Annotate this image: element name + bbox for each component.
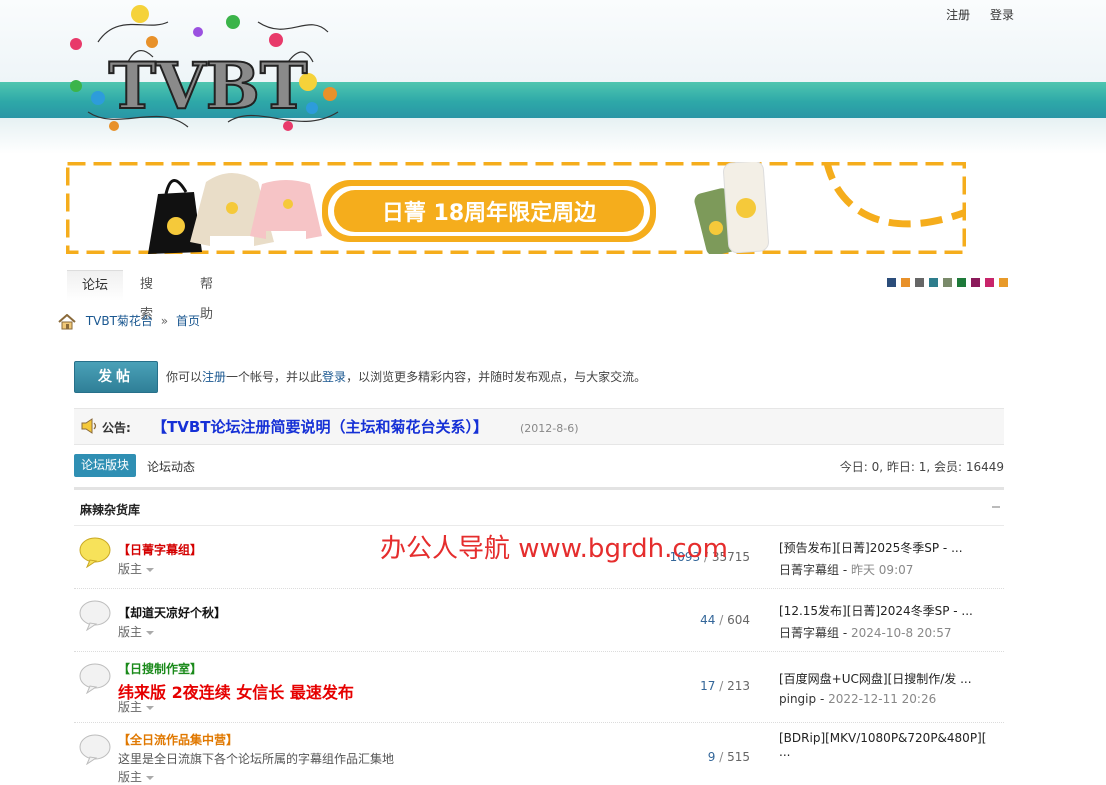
post-count: 604 bbox=[727, 613, 750, 627]
login-link[interactable]: 登录 bbox=[990, 8, 1014, 22]
last-post-title[interactable]: [预告发布][日菁]2025冬季SP - ... bbox=[779, 541, 963, 555]
forum-moderator[interactable]: 版主 bbox=[118, 623, 155, 640]
guest-notice-text-2: 一个帐号，并以此 bbox=[226, 370, 323, 384]
breadcrumb-separator: » bbox=[160, 314, 169, 328]
chevron-down-icon bbox=[146, 775, 155, 780]
forum-description: 这里是全日流旗下各个论坛所属的字幕组作品汇集地 bbox=[118, 752, 395, 766]
guest-notice: 你可以注册一个帐号，并以此登录，以浏览更多精彩内容，并随时发布观点，与大家交流。 bbox=[166, 368, 646, 385]
register-link[interactable]: 注册 bbox=[946, 8, 970, 22]
last-post-user[interactable]: 日菁字幕组 bbox=[779, 626, 839, 640]
banner-text: 日菁 18周年限定周边 bbox=[382, 200, 597, 226]
forum-name[interactable]: 【日菁字幕组】 bbox=[118, 541, 202, 558]
forum-moderator[interactable]: 版主 bbox=[118, 560, 155, 577]
tab-help[interactable]: 帮助 bbox=[200, 270, 213, 322]
forum-stats: 今日: 0, 昨日: 1, 会员: 16449 bbox=[839, 460, 1004, 474]
last-post-title[interactable]: [百度网盘+UC网盘][日搜制作/发 ... bbox=[779, 672, 972, 686]
forum-counts: 9 / 515 bbox=[708, 750, 750, 764]
last-post-title[interactable]: [12.15发布][日菁]2024冬季SP - ... bbox=[779, 604, 973, 618]
tab-forum[interactable]: 论坛 bbox=[67, 270, 123, 301]
breadcrumb: TVBT菊花台 » 首页 bbox=[58, 311, 200, 331]
tab-search[interactable]: 搜索 bbox=[140, 270, 153, 322]
forum-new-posts-icon bbox=[79, 537, 111, 568]
guest-register-link[interactable]: 注册 bbox=[202, 370, 226, 384]
count-separator: / bbox=[719, 613, 724, 627]
style-swatch[interactable] bbox=[901, 278, 910, 287]
forum-counts: 44 / 604 bbox=[700, 613, 750, 627]
last-post: [BDRip][MKV/1080P&720P&480P][ ... bbox=[779, 731, 999, 759]
category-header: 麻辣杂货库 bbox=[74, 490, 1004, 526]
moderator-label: 版主 bbox=[118, 700, 143, 714]
announcement-date: (2012-8-6) bbox=[520, 422, 579, 435]
style-swatch[interactable] bbox=[943, 278, 952, 287]
style-swatch[interactable] bbox=[971, 278, 980, 287]
last-post-time: 2024-10-8 20:57 bbox=[850, 626, 952, 640]
announcement-bar: 公告: 【TVBT论坛注册简要说明（主坛和菊花台关系）】 (2012-8-6) bbox=[74, 408, 1004, 445]
style-swatch[interactable] bbox=[999, 278, 1008, 287]
tab-forum-boards[interactable]: 论坛版块 bbox=[74, 454, 136, 477]
last-post-user[interactable]: pingip bbox=[779, 692, 816, 706]
thread-count: 44 bbox=[700, 613, 716, 627]
new-post-button[interactable]: 发帖 bbox=[74, 361, 158, 393]
category-name: 麻辣杂货库 bbox=[80, 503, 141, 517]
promo-banner[interactable]: 日菁 18周年限定周边 bbox=[66, 162, 966, 254]
post-count: 213 bbox=[727, 679, 750, 693]
announcement-label: 公告: bbox=[102, 421, 131, 435]
home-icon[interactable] bbox=[58, 313, 76, 330]
forum-row[interactable]: 【日搜制作室】 纬来版 2夜连续 女信长 最速发布 版主 17 / 213 [百… bbox=[74, 652, 1004, 723]
watermark-text: 办公人导航 www.bgrdh.com bbox=[380, 534, 728, 564]
thread-count: 9 bbox=[707, 750, 716, 764]
collapse-icon[interactable] bbox=[992, 506, 1000, 508]
top-nav: 注册 登录 bbox=[930, 6, 1014, 23]
count-separator: / bbox=[719, 750, 724, 764]
guest-notice-text-1: 你可以 bbox=[166, 370, 203, 384]
announcement-title[interactable]: 【TVBT论坛注册简要说明（主坛和菊花台关系）】 bbox=[152, 416, 488, 437]
last-post: [12.15发布][日菁]2024冬季SP - ... 日菁字幕组 - 2024… bbox=[779, 604, 973, 640]
tab-forum-label: 论坛 bbox=[81, 278, 108, 293]
last-post-user[interactable]: 日菁字幕组 bbox=[779, 563, 839, 577]
last-post: [预告发布][日菁]2025冬季SP - ... 日菁字幕组 - 昨天 09:0… bbox=[779, 541, 963, 577]
last-post: [百度网盘+UC网盘][日搜制作/发 ... pingip - 2022-12-… bbox=[779, 672, 972, 706]
site-logo[interactable]: TVBT bbox=[58, 2, 358, 140]
forum-name[interactable]: 【全日流作品集中营】 bbox=[118, 731, 238, 748]
chevron-down-icon bbox=[146, 630, 155, 635]
moderator-label: 版主 bbox=[118, 625, 143, 639]
moderator-label: 版主 bbox=[118, 562, 143, 576]
logo-text: TVBT bbox=[109, 49, 308, 124]
breadcrumb-site[interactable]: TVBT菊花台 bbox=[86, 314, 153, 328]
style-swatch[interactable] bbox=[915, 278, 924, 287]
forum-counts: 17 / 213 bbox=[700, 679, 750, 693]
style-swatch[interactable] bbox=[957, 278, 966, 287]
last-post-title[interactable]: [BDRip][MKV/1080P&720P&480P][ ... bbox=[779, 731, 986, 759]
forum-moderator[interactable]: 版主 bbox=[118, 698, 155, 715]
count-separator: / bbox=[719, 679, 724, 693]
last-post-time: 昨天 09:07 bbox=[850, 563, 914, 577]
thread-count: 17 bbox=[700, 679, 716, 693]
last-post-time: 2022-12-11 20:26 bbox=[828, 692, 937, 706]
style-swatch[interactable] bbox=[985, 278, 994, 287]
forum-no-new-posts-icon bbox=[79, 600, 111, 631]
forum-no-new-posts-icon bbox=[79, 663, 111, 694]
chevron-down-icon bbox=[146, 567, 155, 572]
speaker-icon bbox=[81, 418, 97, 434]
forum-row[interactable]: 【全日流作品集中营】 这里是全日流旗下各个论坛所属的字幕组作品汇集地 版主 9 … bbox=[74, 723, 1004, 785]
style-swatch[interactable] bbox=[887, 278, 896, 287]
forum-name[interactable]: 【却道天凉好个秋】 bbox=[118, 604, 226, 621]
moderator-label: 版主 bbox=[118, 770, 143, 784]
site-header: TVBT 注册 登录 bbox=[0, 0, 1106, 154]
forum-no-new-posts-icon bbox=[79, 734, 111, 765]
style-swatch[interactable] bbox=[929, 278, 938, 287]
post-count: 515 bbox=[727, 750, 750, 764]
forum-name[interactable]: 【日搜制作室】 bbox=[118, 660, 202, 677]
forum-row[interactable]: 【却道天凉好个秋】 版主 44 / 604 [12.15发布][日菁]2024冬… bbox=[74, 589, 1004, 652]
guest-notice-text-3: ，以浏览更多精彩内容，并随时发布观点，与大家交流。 bbox=[346, 370, 647, 384]
chevron-down-icon bbox=[146, 705, 155, 710]
forum-moderator[interactable]: 版主 bbox=[118, 768, 155, 785]
tab-forum-activity[interactable]: 论坛动态 bbox=[147, 458, 195, 475]
breadcrumb-home[interactable]: 首页 bbox=[176, 314, 200, 328]
guest-login-link[interactable]: 登录 bbox=[322, 370, 346, 384]
style-swatches bbox=[887, 278, 1013, 292]
